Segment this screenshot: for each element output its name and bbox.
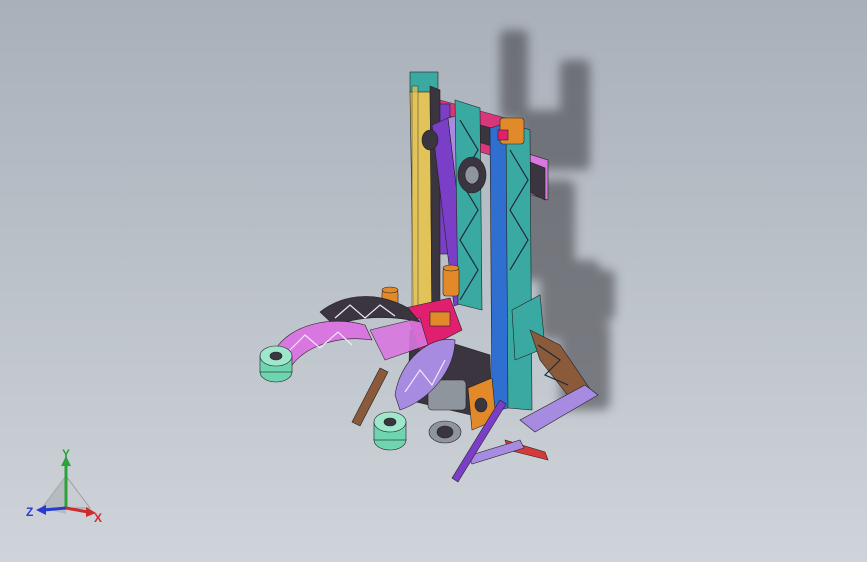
view-orientation-triad-icon: Y X Z <box>26 448 102 524</box>
left-lift-column[interactable] <box>409 71 441 339</box>
blue-lift-column[interactable] <box>489 117 533 413</box>
motor-top[interactable] <box>442 264 460 297</box>
graphics-viewport[interactable]: Y X Z <box>0 0 867 562</box>
triad-y-label: Y <box>62 448 70 461</box>
triad-z-label: Z <box>26 505 33 519</box>
intake-wheel-right[interactable] <box>373 411 407 451</box>
model-canvas[interactable] <box>0 0 867 562</box>
intake-wheel-left[interactable] <box>259 345 293 383</box>
triad-x-label: X <box>94 511 102 524</box>
